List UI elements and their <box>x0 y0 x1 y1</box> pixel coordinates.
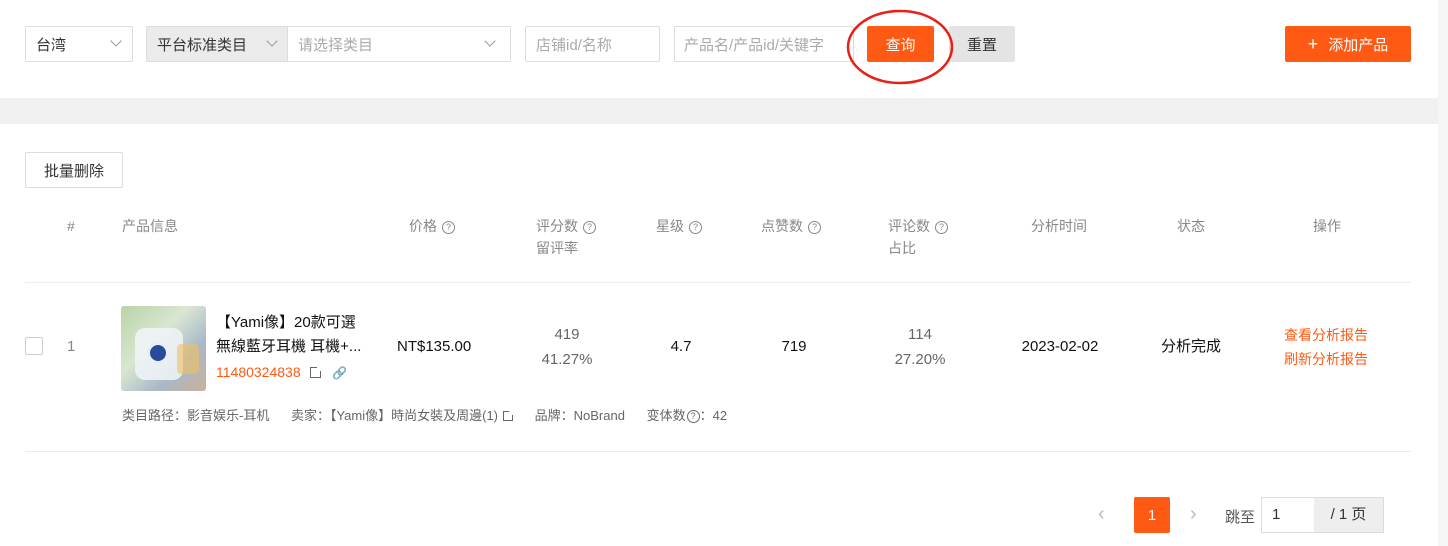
row-index: 1 <box>67 338 76 355</box>
jump-label: 跳至 <box>1225 509 1256 526</box>
help-icon[interactable]: ? <box>442 221 455 234</box>
view-report-link[interactable]: 查看分析报告 <box>1284 323 1368 347</box>
refresh-report-link[interactable]: 刷新分析报告 <box>1284 347 1368 371</box>
help-icon[interactable]: ? <box>686 410 700 423</box>
header-divider <box>25 282 1411 283</box>
chevron-down-icon <box>110 35 122 47</box>
row-rating: 419 41.27% <box>541 326 593 368</box>
col-likes: 点赞数? <box>761 215 821 237</box>
plus-icon: + <box>1307 33 1319 54</box>
help-icon[interactable]: ? <box>935 221 948 234</box>
prev-page-button[interactable]: ‹ <box>1098 503 1105 526</box>
shop-input[interactable]: 店铺id/名称 <box>525 26 660 62</box>
variant-count: ：42 <box>699 408 728 423</box>
row-actions: 查看分析报告 刷新分析报告 <box>1284 323 1368 371</box>
row-stars: 4.7 <box>670 338 692 355</box>
row-divider <box>25 451 1411 452</box>
help-icon[interactable]: ? <box>583 221 596 234</box>
product-id-row: 11480324838 🔗 <box>216 362 347 383</box>
row-likes: 719 <box>781 338 807 355</box>
reset-button[interactable]: 重置 <box>949 26 1015 62</box>
shop-placeholder: 店铺id/名称 <box>536 36 612 54</box>
product-title-line1: 【Yami像】20款可選 <box>216 314 356 331</box>
add-product-label: 添加产品 <box>1328 36 1389 54</box>
product-id-link[interactable]: 11480324838 <box>216 364 301 380</box>
col-analysis-time: 分析时间 <box>1031 218 1087 234</box>
help-icon[interactable]: ? <box>689 221 702 234</box>
region-value: 台湾 <box>36 36 67 54</box>
product-thumbnail[interactable] <box>121 306 206 391</box>
help-icon[interactable]: ? <box>808 221 821 234</box>
row-checkbox[interactable] <box>25 337 43 355</box>
add-product-button[interactable]: + 添加产品 <box>1285 26 1411 62</box>
variant-label: 变体数 <box>646 408 686 423</box>
batch-delete-button[interactable]: 批量删除 <box>25 152 123 188</box>
row-meta: 类目路径：影音娱乐-耳机 卖家：【Yami像】時尚女裝及周邊(1) 品牌：NoB… <box>122 406 727 426</box>
col-rating: 评分数? 留评率 <box>536 215 596 259</box>
filter-bar: 台湾 平台标准类目 请选择类目 店铺id/名称 产品名/产品id/关键字 重置 … <box>0 0 1438 98</box>
category-placeholder: 请选择类目 <box>298 36 374 54</box>
row-price: NT$135.00 <box>397 338 472 355</box>
product-title-line2: 無線藍牙耳機 耳機+... <box>216 338 362 355</box>
brand-info: 品牌：NoBrand <box>534 408 625 423</box>
row-analysis-time: 2023-02-02 <box>1021 338 1099 355</box>
col-index: # <box>67 218 75 234</box>
external-link-icon[interactable] <box>309 365 323 378</box>
col-status: 状态 <box>1177 218 1205 234</box>
external-link-icon[interactable] <box>503 409 516 421</box>
link-icon[interactable]: 🔗 <box>332 363 347 383</box>
col-actions: 操作 <box>1313 218 1341 234</box>
row-reviews: 114 27.20% <box>894 326 946 368</box>
col-product-info: 产品信息 <box>122 218 178 234</box>
next-page-button[interactable]: › <box>1190 503 1197 526</box>
total-pages: / 1 页 <box>1314 497 1384 533</box>
seller-info: 卖家：【Yami像】時尚女裝及周邊(1) <box>290 408 499 423</box>
category-type-value: 平台标准类目 <box>157 36 248 54</box>
scrollbar[interactable] <box>1438 0 1448 546</box>
category-select[interactable]: 请选择类目 <box>287 26 511 62</box>
region-select[interactable]: 台湾 <box>25 26 133 62</box>
product-placeholder: 产品名/产品id/关键字 <box>684 36 825 54</box>
jump-page-input[interactable]: 1 <box>1261 497 1315 533</box>
col-reviews: 评论数? 占比 <box>888 215 948 259</box>
row-status: 分析完成 <box>1160 338 1221 355</box>
annotation-circle <box>846 9 954 85</box>
category-type-select[interactable]: 平台标准类目 <box>146 26 288 62</box>
page-1-button[interactable]: 1 <box>1134 497 1170 533</box>
col-price: 价格? <box>409 215 455 237</box>
chevron-down-icon <box>484 35 496 47</box>
chevron-down-icon <box>266 35 278 47</box>
product-title[interactable]: 【Yami像】20款可選 無線藍牙耳機 耳機+... <box>216 311 376 359</box>
product-table-panel: 批量删除 # 产品信息 价格? 评分数? 留评率 星级? 点赞数? 评论数? 占比 … <box>0 124 1438 546</box>
product-search-input[interactable]: 产品名/产品id/关键字 <box>674 26 854 62</box>
category-path: 类目路径：影音娱乐-耳机 <box>122 408 270 423</box>
col-stars: 星级? <box>656 215 702 237</box>
